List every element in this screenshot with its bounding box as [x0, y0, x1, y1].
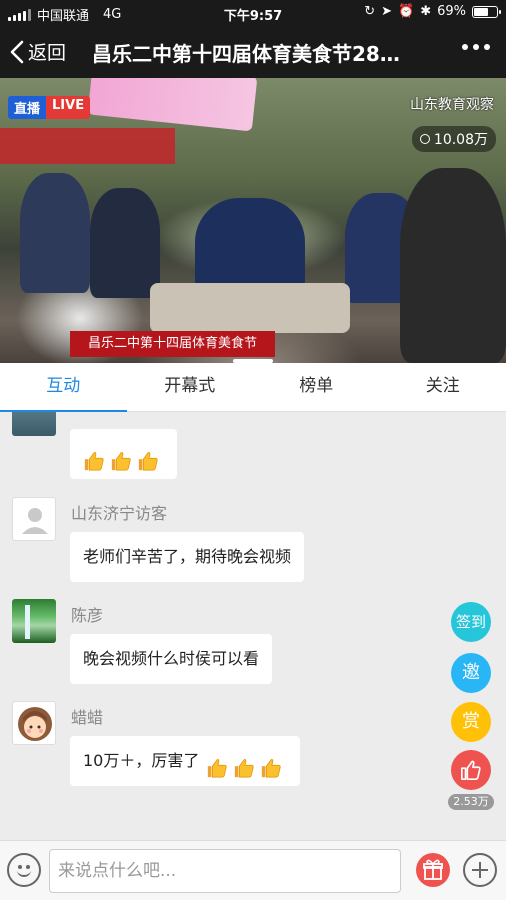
crowd-figure [400, 168, 506, 363]
user-avatar[interactable] [12, 599, 56, 643]
tab-ranking[interactable]: 榜单 [253, 363, 380, 411]
user-avatar[interactable] [12, 412, 56, 436]
location-icon: ➤ [381, 4, 392, 19]
crowd-figure [90, 188, 160, 298]
thumbs-up-emojis [83, 442, 164, 471]
message-bubble [70, 429, 177, 479]
gift-button[interactable] [416, 853, 450, 887]
more-options-button[interactable] [462, 44, 490, 50]
thumbs-up-icon [260, 749, 282, 778]
thumbs-up-icon [83, 442, 105, 471]
thumbs-up-icon [110, 442, 132, 471]
reward-button[interactable]: 赏 [451, 702, 491, 742]
battery-percent: 69% [437, 4, 466, 19]
checkin-button[interactable]: 签到 [451, 602, 491, 642]
emoji-button[interactable] [7, 853, 41, 887]
more-actions-plus-button[interactable] [463, 853, 497, 887]
status-bar: 中国联通 4G 下午9:57 ↻ ➤ ⏰ ✱ 69% [0, 0, 506, 26]
live-cn-label: 直播 [8, 96, 47, 119]
user-nickname: 山东济宁访客 [71, 504, 168, 523]
viewer-icon [419, 134, 430, 144]
smiley-icon [17, 869, 31, 877]
message-text: 10万＋，厉害了 [83, 751, 200, 770]
page-title: 昌乐二中第十四届体育美食节28… [92, 42, 400, 66]
user-nickname: 蜡蜡 [71, 708, 104, 727]
thumbs-up-emojis [206, 749, 287, 778]
tab-opening[interactable]: 开幕式 [127, 363, 254, 411]
channel-name: 山东教育观察 [410, 97, 494, 113]
message-bubble: 10万＋，厉害了 [70, 736, 301, 786]
tab-follow[interactable]: 关注 [380, 363, 506, 411]
more-dots-icon [462, 44, 468, 50]
live-badge: 直播 LIVE [8, 96, 91, 119]
thumbs-up-icon [137, 442, 159, 471]
nav-bar: 返回 昌乐二中第十四届体育美食节28… [0, 26, 506, 78]
like-button[interactable] [451, 750, 491, 790]
tab-bar: 互动 开幕式 榜单 关注 [0, 363, 506, 412]
message-bubble: 老师们辛苦了，期待晚会视频 [70, 532, 305, 582]
chat-list[interactable]: 山东济宁访客 老师们辛苦了，期待晚会视频 陈彦 晚会视频什么时侯可以看 蜡蜡 1… [0, 412, 506, 840]
thumbs-up-icon [206, 749, 228, 778]
rotation-lock-icon: ↻ [364, 4, 376, 19]
cartoon-girl-icon [18, 707, 52, 741]
message-bubble: 晚会视频什么时侯可以看 [70, 634, 273, 684]
like-thumb-icon [461, 760, 481, 780]
tab-interaction[interactable]: 互动 [0, 363, 127, 412]
default-avatar-icon[interactable] [12, 497, 56, 541]
thumbs-up-icon [233, 749, 255, 778]
alarm-icon: ⏰ [398, 4, 415, 19]
crowd-figure [20, 173, 90, 293]
pink-banner [87, 78, 258, 132]
viewer-count-label: 10.08万 [433, 132, 488, 148]
invite-button[interactable]: 邀 [451, 653, 491, 693]
live-video-player[interactable]: 直播 LIVE 山东教育观察 10.08万 昌乐二中第十四届体育美食节 [0, 78, 506, 363]
video-caption: 昌乐二中第十四届体育美食节 [70, 331, 275, 357]
bluetooth-icon: ✱ [420, 4, 432, 19]
live-en-label: LIVE [46, 96, 91, 119]
viewer-count: 10.08万 [411, 126, 496, 152]
back-label: 返回 [28, 42, 67, 64]
gift-icon [423, 859, 443, 880]
red-banner [0, 128, 175, 164]
user-nickname: 陈彦 [71, 606, 104, 625]
battery-icon [472, 5, 501, 18]
chevron-left-icon [10, 40, 24, 63]
comment-bar: 来说点什么吧... [0, 840, 506, 900]
likes-count: 2.53万 [448, 794, 494, 810]
food-table [150, 283, 350, 333]
comment-input[interactable]: 来说点什么吧... [49, 849, 401, 893]
back-button[interactable]: 返回 [10, 38, 66, 65]
user-avatar[interactable] [12, 701, 56, 745]
